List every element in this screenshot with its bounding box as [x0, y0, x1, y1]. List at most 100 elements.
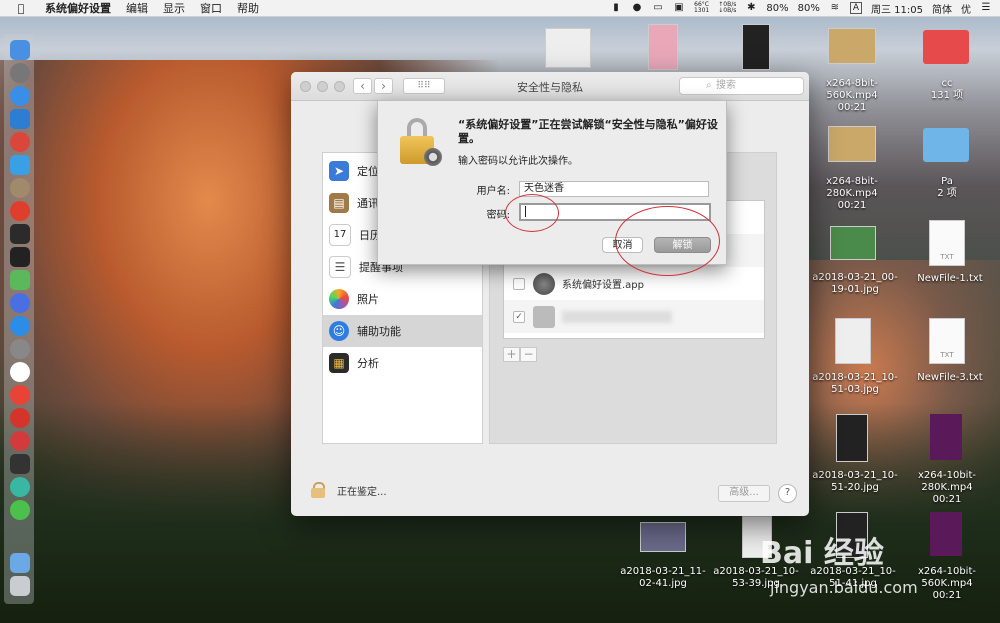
desktop-video-thumb-1[interactable] [828, 28, 876, 64]
finder-icon[interactable] [10, 40, 30, 60]
username-field[interactable]: 天色迷香 [519, 181, 709, 197]
authenticating-label: 正在鉴定... [337, 486, 387, 498]
search-app-icon[interactable] [10, 109, 30, 129]
wifi-icon[interactable]: ≋ [829, 3, 841, 13]
desktop-folder-red[interactable] [923, 30, 969, 64]
console-icon[interactable] [10, 454, 30, 474]
maps-icon[interactable] [10, 270, 30, 290]
dock [4, 34, 34, 604]
annotation-circle-password [505, 194, 559, 232]
app-red-icon[interactable] [10, 132, 30, 152]
desktop-file-9[interactable]: a2018-03-21_10-51-20.jpg [805, 470, 905, 494]
desktop-folder-blue[interactable] [923, 128, 969, 162]
terminal-icon[interactable] [10, 247, 30, 267]
desktop-thumb-pink[interactable] [648, 24, 678, 70]
desktop-file-8[interactable]: NewFile-3.txt [905, 372, 995, 384]
desktop-video-thumb-2[interactable] [828, 126, 876, 162]
add-remove-controls: + − [503, 347, 537, 362]
chrome-icon[interactable] [10, 385, 30, 405]
desktop-file-6[interactable]: NewFile-1.txt [905, 273, 995, 285]
activity-monitor-icon[interactable] [10, 224, 30, 244]
desktop-file-2[interactable]: cc 131 项 [920, 78, 974, 102]
apple-menu-icon[interactable]:  [15, 2, 27, 15]
desktop-file-10[interactable]: x264-10bit-280K.mp4 00:21 [900, 470, 994, 506]
notification-center-icon[interactable]: ☰ [980, 3, 992, 13]
menu-view[interactable]: 显示 [163, 0, 185, 16]
app-teal-icon[interactable] [10, 477, 30, 497]
desktop-image-thumb-4[interactable] [640, 522, 686, 552]
desktop-image-thumb-2[interactable] [835, 318, 871, 364]
desktop-txt-thumb-1[interactable]: TXT [929, 220, 965, 266]
annotation-circle-unlock [615, 206, 720, 276]
sidebar-item-accessibility[interactable]: ☺ 辅助功能 [323, 315, 482, 347]
help-button[interactable]: ? [778, 484, 797, 503]
app-photo-icon[interactable] [10, 178, 30, 198]
status-app-icon[interactable]: ▮ [610, 3, 622, 13]
app-red2-icon[interactable] [10, 201, 30, 221]
app-checkbox[interactable]: ✓ [513, 310, 525, 323]
auth-message: “系统偏好设置”正在尝试解锁“安全性与隐私”偏好设置。 [458, 118, 718, 145]
trash-icon[interactable] [10, 576, 30, 596]
accessibility-icon: ☺ [329, 321, 349, 341]
app-store-icon[interactable] [10, 316, 30, 336]
vivaldi-icon[interactable] [10, 431, 30, 451]
desktop-thumb-screenshot-1[interactable] [545, 28, 591, 68]
add-app-button[interactable]: + [503, 347, 520, 362]
sidebar-item-photos[interactable]: 照片 [323, 283, 482, 315]
lock-icon[interactable] [311, 482, 325, 498]
desktop-image-thumb-1[interactable] [830, 226, 876, 260]
netease-music-icon[interactable] [10, 408, 30, 428]
desktop-image-thumb-3[interactable] [836, 414, 868, 462]
yandex-icon[interactable] [10, 362, 30, 382]
menu-bar:  系统偏好设置 编辑 显示 窗口 帮助 ▮ ● ▭ ▣ 66°C1301 ↑0… [0, 0, 1000, 17]
screenshot-icon[interactable]: ▣ [673, 3, 685, 13]
menu-window[interactable]: 窗口 [200, 0, 222, 16]
advanced-button[interactable]: 高级... [718, 485, 770, 502]
monitor-icon[interactable]: ▭ [652, 3, 664, 13]
network-speed[interactable]: ↑0B/s ↓0B/s [718, 2, 736, 14]
lock-status[interactable]: 正在鉴定... [311, 482, 387, 498]
temperature-readout[interactable]: 66°C 1301 [694, 2, 709, 14]
desktop-file-11[interactable]: a2018-03-21_11-02-41.jpg [615, 566, 711, 590]
menu-help[interactable]: 帮助 [237, 0, 259, 16]
remove-app-button[interactable]: − [520, 347, 537, 362]
desktop-file-1[interactable]: x264-8bit-560K.mp4 00:21 [810, 78, 894, 114]
system-preferences-icon[interactable] [10, 339, 30, 359]
menu-app-name[interactable]: 系统偏好设置 [45, 0, 111, 16]
app-blue-icon[interactable] [10, 155, 30, 175]
sidebar-item-analytics[interactable]: ▦ 分析 [323, 347, 482, 379]
battery-percent-right[interactable]: 80% [798, 3, 820, 14]
wechat-icon[interactable]: ● [631, 3, 643, 13]
app-row-system-preferences[interactable]: 系统偏好设置.app [504, 267, 764, 300]
desktop-file-3[interactable]: x264-8bit-280K.mp4 00:21 [810, 176, 894, 212]
username-label: 用户名: [476, 186, 510, 197]
downloads-folder-icon[interactable] [10, 553, 30, 573]
desktop-file-7[interactable]: a2018-03-21_10-51-03.jpg [805, 372, 905, 396]
app-checkbox[interactable] [513, 277, 525, 290]
menu-edit[interactable]: 编辑 [126, 0, 148, 16]
input-source-indicator[interactable]: A [849, 2, 862, 14]
search-field[interactable]: ⌕ 搜索 [679, 77, 804, 95]
desktop-txt-thumb-2[interactable]: TXT [929, 318, 965, 364]
desktop-thumb-phone[interactable] [742, 24, 770, 70]
desktop-file-4[interactable]: Pa 2 项 [920, 176, 974, 200]
siri-icon[interactable] [10, 293, 30, 313]
battery-percent-left[interactable]: 80% [766, 3, 788, 14]
clock[interactable]: 周三 11:05 [871, 1, 923, 16]
app-icon [533, 305, 555, 328]
safari-icon[interactable] [10, 86, 30, 106]
launchpad-icon[interactable] [10, 63, 30, 83]
bluetooth-icon[interactable]: ✱ [745, 3, 757, 13]
reminders-icon: ☰ [329, 256, 351, 278]
location-icon: ➤ [329, 161, 349, 181]
app-row-blurred[interactable]: ✓ [504, 300, 764, 333]
desktop-file-5[interactable]: a2018-03-21_00-19-01.jpg [805, 272, 905, 296]
app-name-blurred [562, 310, 672, 323]
calendar-icon: 17 [329, 224, 351, 246]
wechat-dock-icon[interactable] [10, 500, 30, 520]
app-name: 系统偏好设置.app [562, 280, 645, 291]
desktop-video-thumb-4[interactable] [930, 512, 962, 556]
desktop-video-thumb-3[interactable] [930, 414, 962, 460]
user-menu[interactable]: 优 [961, 1, 971, 16]
input-method[interactable]: 简体 [932, 1, 952, 16]
